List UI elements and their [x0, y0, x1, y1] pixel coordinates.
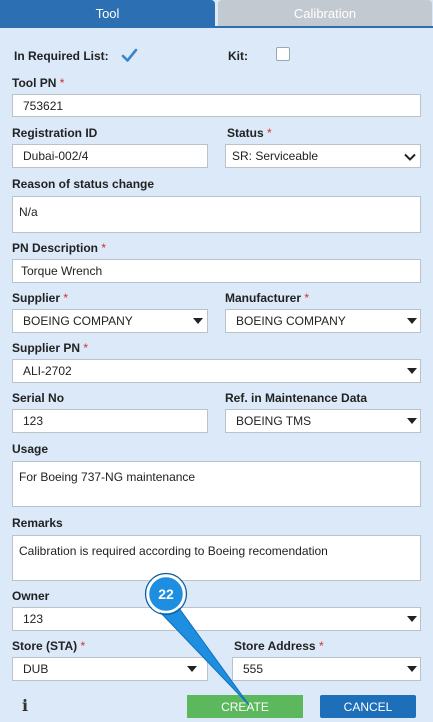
reason-label: Reason of status change [12, 177, 155, 191]
usage-label: Usage [12, 442, 49, 456]
pn-description-input[interactable]: Torque Wrench [12, 259, 421, 283]
status-label: Status * [227, 126, 272, 140]
supplier-pn-label: Supplier PN * [12, 341, 89, 355]
reason-textarea[interactable]: N/a [12, 196, 421, 233]
dropdown-caret-icon [407, 418, 417, 424]
required-mark: * [80, 639, 86, 653]
pn-description-label: PN Description * [12, 241, 107, 255]
tab-underline [0, 26, 433, 28]
store-address-label: Store Address * [234, 639, 324, 653]
status-value: SR: Serviceable [232, 149, 319, 163]
remarks-label: Remarks [12, 516, 63, 530]
store-address-select[interactable]: 555 [232, 657, 421, 681]
supplier-pn-value: ALI-2702 [23, 364, 72, 378]
owner-select[interactable]: 123 [12, 607, 421, 631]
required-mark: * [318, 639, 324, 653]
dropdown-caret-icon [187, 666, 197, 672]
usage-textarea[interactable]: For Boeing 737-NG maintenance [12, 461, 421, 507]
manufacturer-label: Manufacturer * [225, 291, 310, 305]
supplier-label: Supplier * [12, 291, 69, 305]
store-sta-select[interactable]: DUB [12, 657, 208, 681]
required-mark: * [83, 341, 89, 355]
required-mark: * [59, 76, 65, 90]
step-marker-number: 22 [158, 586, 174, 602]
info-icon[interactable]: i [22, 696, 28, 715]
serial-no-label: Serial No [12, 391, 65, 405]
ref-maintenance-select[interactable]: BOEING TMS [225, 409, 421, 433]
registration-id-input[interactable]: Dubai-002/4 [12, 144, 208, 168]
owner-value: 123 [23, 612, 44, 626]
kit-checkbox[interactable] [276, 47, 290, 61]
required-mark: * [101, 241, 107, 255]
dropdown-caret-icon [407, 616, 417, 622]
ref-maintenance-label: Ref. in Maintenance Data [225, 391, 368, 405]
supplier-pn-select[interactable]: ALI-2702 [12, 359, 421, 383]
cancel-button[interactable]: CANCEL [320, 695, 416, 718]
required-mark: * [63, 291, 69, 305]
dropdown-caret-icon [407, 318, 417, 324]
tool-pn-label: Tool PN * [12, 76, 65, 90]
in-required-list-label: In Required List: [14, 49, 109, 63]
owner-label: Owner [12, 589, 50, 603]
create-button[interactable]: CREATE [187, 695, 303, 718]
tool-pn-input[interactable]: 753621 [12, 94, 421, 117]
registration-id-label: Registration ID [12, 126, 98, 140]
dropdown-caret-icon [407, 368, 417, 374]
dropdown-caret-icon [407, 666, 417, 672]
in-required-list-checkbox[interactable] [121, 48, 138, 63]
tab-calibration[interactable]: Calibration [218, 0, 432, 27]
status-select[interactable]: SR: Serviceable [225, 144, 421, 168]
supplier-select[interactable]: BOEING COMPANY [12, 309, 208, 333]
serial-no-input[interactable]: 123 [12, 409, 208, 433]
manufacturer-value: BOEING COMPANY [236, 314, 346, 328]
manufacturer-select[interactable]: BOEING COMPANY [225, 309, 421, 333]
ref-maintenance-value: BOEING TMS [236, 414, 312, 428]
kit-label: Kit: [228, 49, 248, 63]
store-sta-value: DUB [23, 662, 49, 676]
dropdown-caret-icon [193, 318, 203, 324]
tab-bar: Tool Calibration [0, 0, 433, 28]
store-address-value: 555 [243, 662, 264, 676]
chevron-down-icon [404, 153, 416, 161]
required-mark: * [304, 291, 310, 305]
supplier-value: BOEING COMPANY [23, 314, 133, 328]
remarks-textarea[interactable]: Calibration is required according to Boe… [12, 535, 421, 581]
store-sta-label: Store (STA) * [12, 639, 86, 653]
required-mark: * [267, 126, 272, 140]
tab-tool[interactable]: Tool [0, 0, 215, 27]
